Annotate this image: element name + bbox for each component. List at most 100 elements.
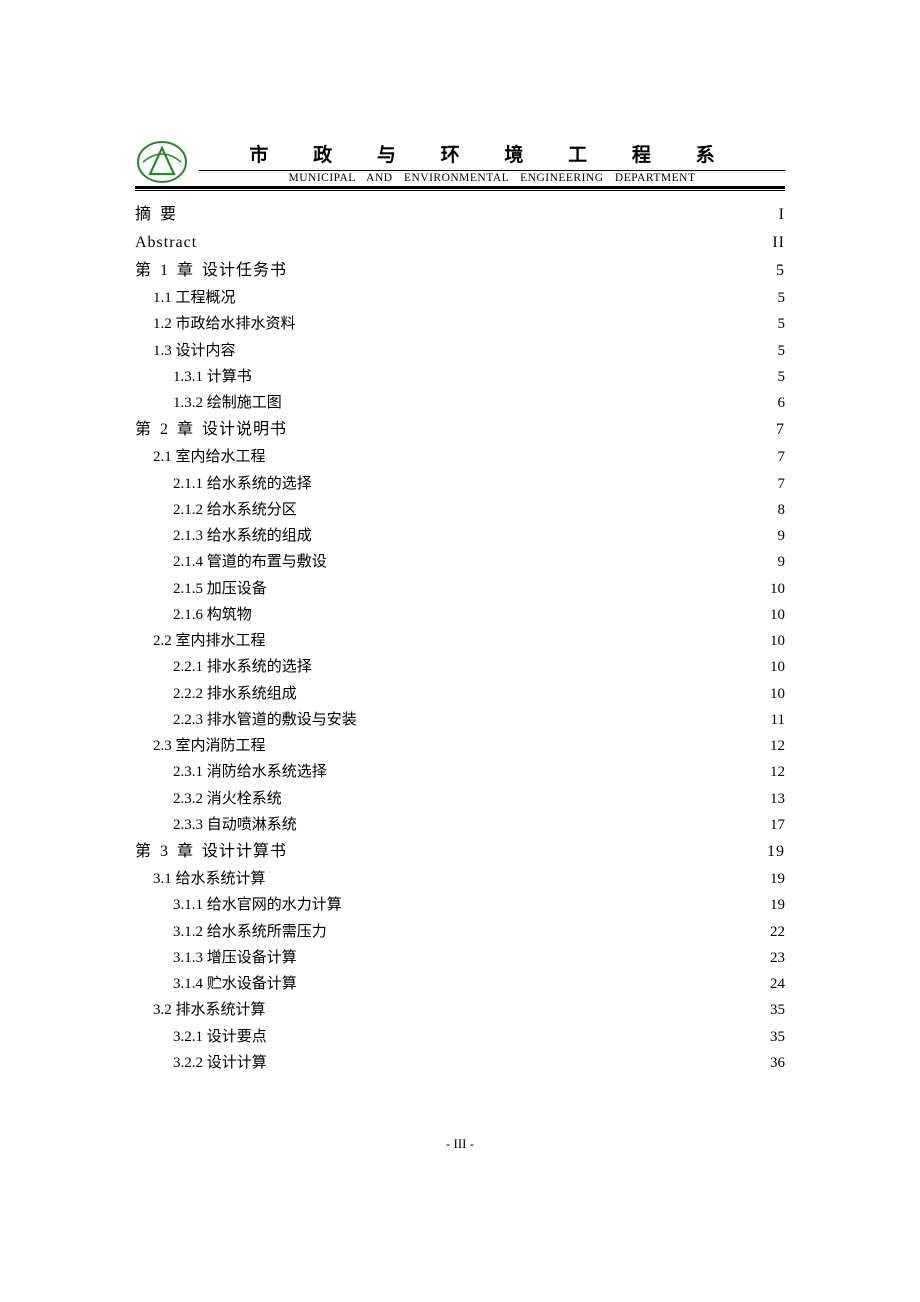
header-rule-thin-lower	[135, 190, 785, 191]
toc-entry: 3.1.4 贮水设备计算 24	[135, 971, 785, 997]
toc-entry-page: 10	[767, 654, 785, 680]
toc-entry: 1.1 工程概况 5	[135, 285, 785, 311]
toc-entry: 3.1.3 增压设备计算23	[135, 945, 785, 971]
toc-entry-page: 10	[767, 681, 785, 707]
toc-entry: 2.3 室内消防工程 12	[135, 733, 785, 759]
toc-entry: 1.3 设计内容 5	[135, 338, 785, 364]
toc-entry-page: 13	[767, 786, 785, 812]
toc-entry-label: 摘 要	[135, 201, 177, 229]
toc-entry-page: 8	[767, 497, 785, 523]
toc-entry: 2.2.1 排水系统的选择 10	[135, 654, 785, 680]
toc-entry-label: 2.3 室内消防工程	[153, 733, 266, 759]
toc-entry-page: 24	[767, 971, 785, 997]
toc-entry-page: 6	[767, 390, 785, 416]
toc-entry-page: 17	[767, 812, 785, 838]
toc-entry: 3.2.1 设计要点 35	[135, 1024, 785, 1050]
toc-entry-page: 7	[767, 444, 785, 470]
toc-entry-label: 2.3.2 消火栓系统	[173, 786, 282, 812]
table-of-contents: 摘 要IAbstractII第 1 章 设计任务书51.1 工程概况51.2 市…	[135, 201, 785, 1076]
toc-entry-label: Abstract	[135, 229, 197, 257]
toc-entry: 2.3.2 消火栓系统 13	[135, 786, 785, 812]
toc-entry: 2.1.4 管道的布置与敷设 9	[135, 549, 785, 575]
header-rule-thick	[135, 186, 785, 189]
toc-entry-label: 1.3.2 绘制施工图	[173, 390, 282, 416]
toc-entry-page: 10	[767, 628, 785, 654]
toc-entry: Abstract II	[135, 229, 785, 257]
toc-entry-label: 2.1.4 管道的布置与敷设	[173, 549, 327, 575]
toc-entry-page: 7	[767, 471, 785, 497]
toc-entry-page: 5	[767, 311, 785, 337]
toc-entry-label: 2.1.5 加压设备	[173, 576, 267, 602]
department-logo-icon	[135, 140, 189, 184]
toc-entry-page: 5	[767, 364, 785, 390]
toc-entry-label: 1.3 设计内容	[153, 338, 236, 364]
toc-entry: 2.1.5 加压设备 10	[135, 576, 785, 602]
toc-entry-label: 3.2.2 设计计算	[173, 1050, 267, 1076]
toc-entry-label: 3.1.2 给水系统所需压力	[173, 919, 327, 945]
toc-entry: 3.2.2 设计计算 36	[135, 1050, 785, 1076]
toc-entry-page: 5	[767, 257, 785, 285]
toc-entry: 2.1 室内给水工程 7	[135, 444, 785, 470]
toc-entry-label: 第 1 章 设计任务书	[135, 257, 287, 285]
toc-entry-page: 23	[767, 945, 785, 971]
page-number-footer: - III -	[0, 1136, 920, 1152]
toc-entry: 第 3 章 设计计算书19	[135, 838, 785, 866]
toc-entry-page: 22	[767, 919, 785, 945]
toc-entry-page: 11	[767, 707, 785, 733]
toc-entry: 第 2 章 设计说明书 7	[135, 416, 785, 444]
toc-entry: 2.2.3 排水管道的敷设与安装11	[135, 707, 785, 733]
toc-entry: 3.1.1 给水官网的水力计算 19	[135, 892, 785, 918]
toc-entry-page: 5	[767, 338, 785, 364]
toc-entry-page: I	[767, 201, 785, 229]
toc-entry-label: 2.2 室内排水工程	[153, 628, 266, 654]
toc-entry: 1.3.1 计算书 5	[135, 364, 785, 390]
toc-entry: 2.2 室内排水工程 10	[135, 628, 785, 654]
toc-entry: 1.3.2 绘制施工图 6	[135, 390, 785, 416]
toc-entry-page: 12	[767, 733, 785, 759]
toc-entry: 2.1.3 给水系统的组成 9	[135, 523, 785, 549]
toc-entry-page: 10	[767, 576, 785, 602]
toc-entry-label: 2.3.1 消防给水系统选择	[173, 759, 327, 785]
toc-entry: 3.2 排水系统计算 35	[135, 997, 785, 1023]
toc-entry-label: 3.1 给水系统计算	[153, 866, 266, 892]
toc-entry-page: 36	[767, 1050, 785, 1076]
toc-entry-page: 9	[767, 549, 785, 575]
toc-entry-page: 35	[767, 1024, 785, 1050]
toc-entry-label: 2.2.1 排水系统的选择	[173, 654, 312, 680]
toc-entry: 2.2.2 排水系统组成10	[135, 681, 785, 707]
toc-entry: 第 1 章 设计任务书 5	[135, 257, 785, 285]
toc-entry-label: 3.1.1 给水官网的水力计算	[173, 892, 342, 918]
header-top-row: 市 政 与 环 境 工 程 系 MUNICIPAL AND ENVIRONMEN…	[135, 140, 785, 184]
toc-entry-page: 19	[767, 866, 785, 892]
toc-entry-label: 2.1.2 给水系统分区	[173, 497, 297, 523]
toc-entry: 3.1.2 给水系统所需压力 22	[135, 919, 785, 945]
toc-entry-label: 1.3.1 计算书	[173, 364, 252, 390]
toc-entry-label: 3.1.4 贮水设备计算	[173, 971, 297, 997]
toc-entry-label: 3.2 排水系统计算	[153, 997, 266, 1023]
toc-entry-page: 35	[767, 997, 785, 1023]
toc-entry-label: 1.1 工程概况	[153, 285, 236, 311]
toc-entry: 2.1.1 给水系统的选择 7	[135, 471, 785, 497]
toc-entry-label: 第 3 章 设计计算书	[135, 838, 287, 866]
toc-entry: 2.1.2 给水系统分区 8	[135, 497, 785, 523]
toc-entry-page: 5	[767, 285, 785, 311]
toc-entry-page: 10	[767, 602, 785, 628]
toc-entry-page: 7	[767, 416, 785, 444]
toc-entry: 2.1.6 构筑物 10	[135, 602, 785, 628]
header-cn-title: 市 政 与 环 境 工 程 系	[199, 140, 785, 167]
toc-entry-page: 19	[767, 892, 785, 918]
toc-entry-label: 3.2.1 设计要点	[173, 1024, 267, 1050]
header-rule-thin-upper	[199, 170, 785, 171]
toc-entry-page: II	[767, 229, 785, 257]
toc-entry-label: 第 2 章 设计说明书	[135, 416, 287, 444]
toc-entry-label: 2.1 室内给水工程	[153, 444, 266, 470]
toc-entry: 2.3.3 自动喷淋系统17	[135, 812, 785, 838]
toc-entry-page: 9	[767, 523, 785, 549]
toc-entry-label: 2.1.1 给水系统的选择	[173, 471, 312, 497]
toc-entry: 2.3.1 消防给水系统选择 12	[135, 759, 785, 785]
toc-entry-label: 2.1.6 构筑物	[173, 602, 252, 628]
toc-entry: 1.2 市政给水排水资料5	[135, 311, 785, 337]
toc-entry-page: 12	[767, 759, 785, 785]
page-header: 市 政 与 环 境 工 程 系 MUNICIPAL AND ENVIRONMEN…	[135, 140, 785, 191]
toc-entry-label: 2.1.3 给水系统的组成	[173, 523, 312, 549]
